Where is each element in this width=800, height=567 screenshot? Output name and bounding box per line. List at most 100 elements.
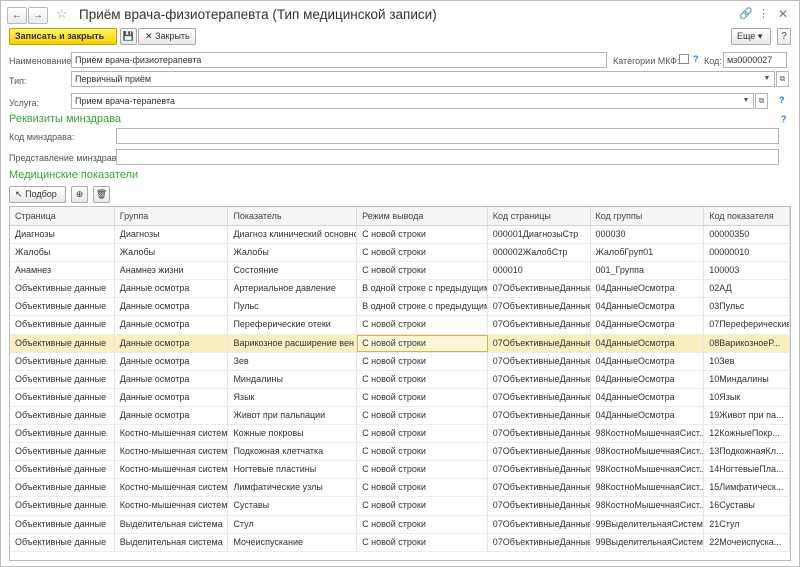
table-cell[interactable]: 21Стул bbox=[704, 515, 790, 533]
table-row[interactable]: Объективные данные Костно-мышечная систем… bbox=[10, 461, 790, 480]
table-cell[interactable]: 13ПодкожнаяКл... bbox=[704, 443, 790, 461]
table-row[interactable]: Объективные данные Данные осмотра Варикозн… bbox=[10, 334, 790, 353]
table-cell[interactable]: Варикозное расширение вен bbox=[228, 334, 358, 352]
table-cell[interactable]: 000002ЖалобСтр bbox=[488, 244, 591, 262]
table-cell[interactable]: Объективные данные bbox=[10, 425, 115, 443]
table-cell[interactable]: 98КостноМышечнаяСист... bbox=[591, 443, 705, 461]
help-button[interactable]: ? bbox=[777, 28, 791, 45]
table-cell[interactable]: 19Живот при па... bbox=[704, 406, 790, 425]
table-cell[interactable]: 07Переферические bbox=[704, 316, 790, 334]
table-cell[interactable]: 12КожныеПокр... bbox=[704, 425, 790, 443]
table-cell[interactable]: 04ДанныеОсмотра bbox=[591, 280, 705, 298]
table-cell[interactable]: С новой строки bbox=[357, 533, 488, 551]
table-cell[interactable]: 07ОбъективныеДанные bbox=[488, 497, 591, 515]
table-cell[interactable]: Данные осмотра bbox=[115, 352, 229, 370]
table-cell[interactable]: 07ОбъективныеДанные bbox=[488, 461, 591, 479]
table-row[interactable]: Объективные данные Выделительная система С… bbox=[10, 515, 790, 534]
table-cell[interactable]: 04ДанныеОсмотра bbox=[591, 298, 705, 316]
table-cell[interactable]: Данные осмотра bbox=[115, 388, 229, 406]
table-cell[interactable]: С новой строки bbox=[357, 461, 488, 479]
table-cell[interactable]: Диагнозы bbox=[115, 226, 229, 244]
table-cell[interactable]: Объективные данные bbox=[10, 461, 115, 479]
table-row[interactable]: Объективные данные Данные осмотра Артериал… bbox=[10, 280, 790, 299]
table-cell[interactable]: Объективные данные bbox=[10, 352, 115, 370]
table-cell[interactable]: 03Пульс bbox=[704, 298, 790, 316]
table-cell[interactable]: 07ОбъективныеДанные bbox=[488, 425, 591, 443]
column-header[interactable]: Режим вывода bbox=[357, 207, 488, 225]
table-cell[interactable]: Зев bbox=[228, 352, 358, 370]
table-cell[interactable]: Объективные данные bbox=[10, 334, 115, 352]
table-cell[interactable]: 22Мочеиспуска... bbox=[704, 533, 790, 551]
table-cell[interactable]: Выделительная система bbox=[115, 533, 229, 551]
table-cell[interactable]: 07ОбъективныеДанные bbox=[488, 515, 591, 533]
table-cell[interactable]: 07ОбъективныеДанные bbox=[488, 298, 591, 316]
table-cell[interactable]: 07ОбъективныеДанные bbox=[488, 533, 591, 551]
table-cell[interactable]: Стул bbox=[228, 515, 358, 533]
table-cell[interactable]: 07ОбъективныеДанные bbox=[488, 370, 591, 388]
table-cell[interactable]: 02АД bbox=[704, 280, 790, 298]
table-cell[interactable]: 15Лимфатическ... bbox=[704, 479, 790, 497]
table-cell[interactable]: Диагноз клинический основной bbox=[228, 226, 358, 244]
table-cell[interactable]: С новой строки bbox=[357, 262, 488, 280]
table-cell[interactable]: 14НогтевыеПла... bbox=[704, 461, 790, 479]
type-field[interactable]: Первичный приём ▼ bbox=[71, 71, 775, 87]
table-cell[interactable]: Ногтевые пластины bbox=[228, 461, 358, 479]
table-cell[interactable]: С новой строки bbox=[357, 479, 488, 497]
table-cell[interactable]: Суставы bbox=[228, 497, 358, 515]
table-cell[interactable]: С новой строки bbox=[357, 515, 488, 533]
minzdrav-code-field[interactable] bbox=[116, 128, 779, 144]
table-row[interactable]: Объективные данные Выделительная система М… bbox=[10, 533, 790, 552]
table-cell[interactable]: 07ОбъективныеДанные bbox=[488, 334, 591, 352]
table-cell[interactable]: 04ДанныеОсмотра bbox=[591, 334, 705, 352]
table-cell[interactable]: 04ДанныеОсмотра bbox=[591, 388, 705, 406]
column-header[interactable]: Код показателя bbox=[704, 207, 790, 225]
table-cell[interactable]: С новой строки bbox=[357, 226, 488, 244]
table-row[interactable]: Объективные данные Данные осмотра Пульс В о… bbox=[10, 298, 790, 317]
table-cell[interactable]: 98КостноМышечнаяСист... bbox=[591, 461, 705, 479]
table-cell[interactable]: Данные осмотра bbox=[115, 406, 229, 425]
table-cell[interactable]: 08ВарикозноеР... bbox=[704, 334, 790, 352]
table-cell[interactable]: Подкожная клетчатка bbox=[228, 443, 358, 461]
delete-row-button[interactable]: 🗑 bbox=[93, 186, 110, 203]
table-cell[interactable]: Данные осмотра bbox=[115, 280, 229, 298]
table-cell[interactable]: С новой строки bbox=[357, 316, 488, 334]
table-cell[interactable]: 04ДанныеОсмотра bbox=[591, 370, 705, 388]
table-cell[interactable]: Костно-мышечная система bbox=[115, 479, 229, 497]
table-row[interactable]: Диагнозы Диагнозы Диагноз клинический осно… bbox=[10, 226, 790, 245]
table-cell[interactable]: 07ОбъективныеДанные bbox=[488, 479, 591, 497]
table-cell[interactable]: 00000350 bbox=[704, 226, 790, 244]
table-cell[interactable]: 000030 bbox=[591, 226, 705, 244]
table-row[interactable]: Объективные данные Костно-мышечная систем… bbox=[10, 497, 790, 516]
table-cell[interactable]: 000001ДиагнозыСтр bbox=[488, 226, 591, 244]
code-field[interactable]: мз0000027 bbox=[723, 52, 787, 68]
table-cell[interactable]: Жалобы bbox=[10, 244, 115, 262]
table-cell[interactable]: 10Миндалины bbox=[704, 370, 790, 388]
table-cell[interactable]: С новой строки bbox=[357, 352, 488, 370]
table-cell[interactable]: Анамнез bbox=[10, 262, 115, 280]
more-button[interactable]: Еще ▾ bbox=[731, 28, 771, 45]
column-header[interactable]: Код группы bbox=[591, 207, 705, 225]
table-cell[interactable]: 98КостноМышечнаяСист... bbox=[591, 497, 705, 515]
table-row[interactable]: Объективные данные Данные осмотра Миндалин… bbox=[10, 370, 790, 389]
table-cell[interactable]: 07ОбъективныеДанные bbox=[488, 316, 591, 334]
table-cell[interactable]: 04ДанныеОсмотра bbox=[591, 316, 705, 334]
table-cell[interactable]: В одной строке с предыдущим bbox=[357, 280, 488, 298]
table-cell[interactable]: 07ОбъективныеДанные bbox=[488, 443, 591, 461]
table-cell[interactable]: Переферические отеки bbox=[228, 316, 358, 334]
table-row[interactable]: Объективные данные Данные осмотра Живот пр… bbox=[10, 406, 790, 426]
table-cell[interactable]: Жалобы bbox=[115, 244, 229, 262]
table-cell[interactable]: Живот при пальпации bbox=[228, 406, 358, 425]
table-cell[interactable]: 98КостноМышечнаяСист... bbox=[591, 479, 705, 497]
table-cell[interactable]: 99ВыделительнаяСистем... bbox=[591, 533, 705, 551]
column-header[interactable]: Показатель bbox=[228, 207, 358, 225]
service-field[interactable]: Прием врача-терапевта ▼ bbox=[71, 93, 754, 109]
add-row-button[interactable]: ⊕ bbox=[71, 186, 88, 203]
table-cell[interactable]: Объективные данные bbox=[10, 443, 115, 461]
dropdown-arrow-icon[interactable]: ▼ bbox=[740, 95, 752, 107]
table-cell[interactable]: Объективные данные bbox=[10, 388, 115, 406]
table-cell[interactable]: Костно-мышечная система bbox=[115, 425, 229, 443]
table-cell[interactable]: Лимфатические узлы bbox=[228, 479, 358, 497]
table-cell[interactable]: Данные осмотра bbox=[115, 334, 229, 352]
table-cell[interactable]: ЖалобГруп01 bbox=[591, 244, 705, 262]
table-cell[interactable]: С новой строки bbox=[357, 406, 488, 425]
